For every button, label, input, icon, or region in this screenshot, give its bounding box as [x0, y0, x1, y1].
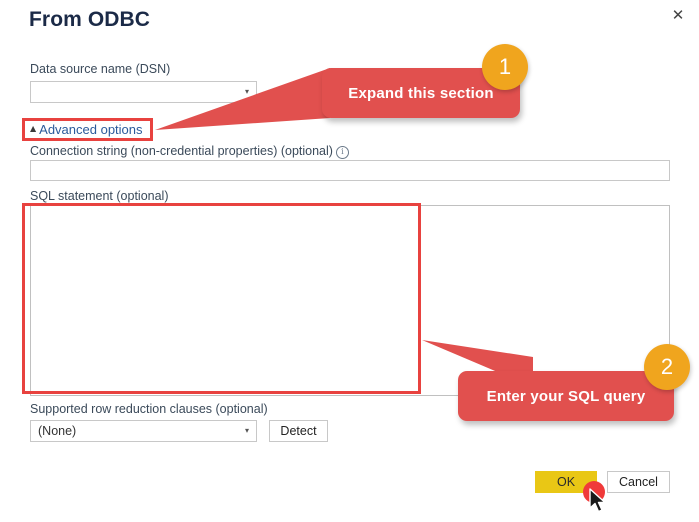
- callout-enter-your-sql-query: Enter your SQL query: [458, 371, 674, 421]
- dsn-label: Data source name (DSN): [30, 62, 171, 76]
- connection-string-label-text: Connection string (non-credential proper…: [30, 144, 333, 158]
- close-icon[interactable]: ✕: [663, 2, 693, 28]
- row-reduction-label: Supported row reduction clauses (optiona…: [30, 402, 268, 416]
- chevron-down-icon[interactable]: ▾: [238, 427, 256, 435]
- triangle-expanded-icon: ▲: [30, 123, 37, 133]
- row-reduction-combobox[interactable]: (None) ▾: [30, 420, 257, 442]
- sql-statement-label: SQL statement (optional): [30, 189, 169, 203]
- sql-statement-textarea[interactable]: [30, 205, 670, 396]
- callout-1-text: Expand this section: [348, 84, 494, 102]
- chevron-down-icon[interactable]: ▾: [238, 88, 256, 96]
- info-icon[interactable]: i: [335, 146, 349, 159]
- row-reduction-value: (None): [38, 424, 77, 438]
- callout-1-badge: 1: [482, 44, 528, 90]
- page-title: From ODBC: [29, 8, 151, 31]
- callout-2-badge: 2: [644, 344, 690, 390]
- advanced-options-toggle[interactable]: ▲ Advanced options: [30, 122, 143, 137]
- advanced-options-label: Advanced options: [39, 122, 143, 137]
- cancel-button[interactable]: Cancel: [607, 471, 670, 493]
- detect-button[interactable]: Detect: [269, 420, 328, 442]
- connection-string-label: Connection string (non-credential proper…: [30, 144, 349, 159]
- from-odbc-dialog: ✕ From ODBC Data source name (DSN) ▾ ▲ A…: [0, 0, 699, 522]
- callout-2-text: Enter your SQL query: [486, 387, 646, 405]
- click-indicator: [583, 481, 605, 503]
- connection-string-input[interactable]: [30, 160, 670, 181]
- dsn-combobox[interactable]: ▾: [30, 81, 257, 103]
